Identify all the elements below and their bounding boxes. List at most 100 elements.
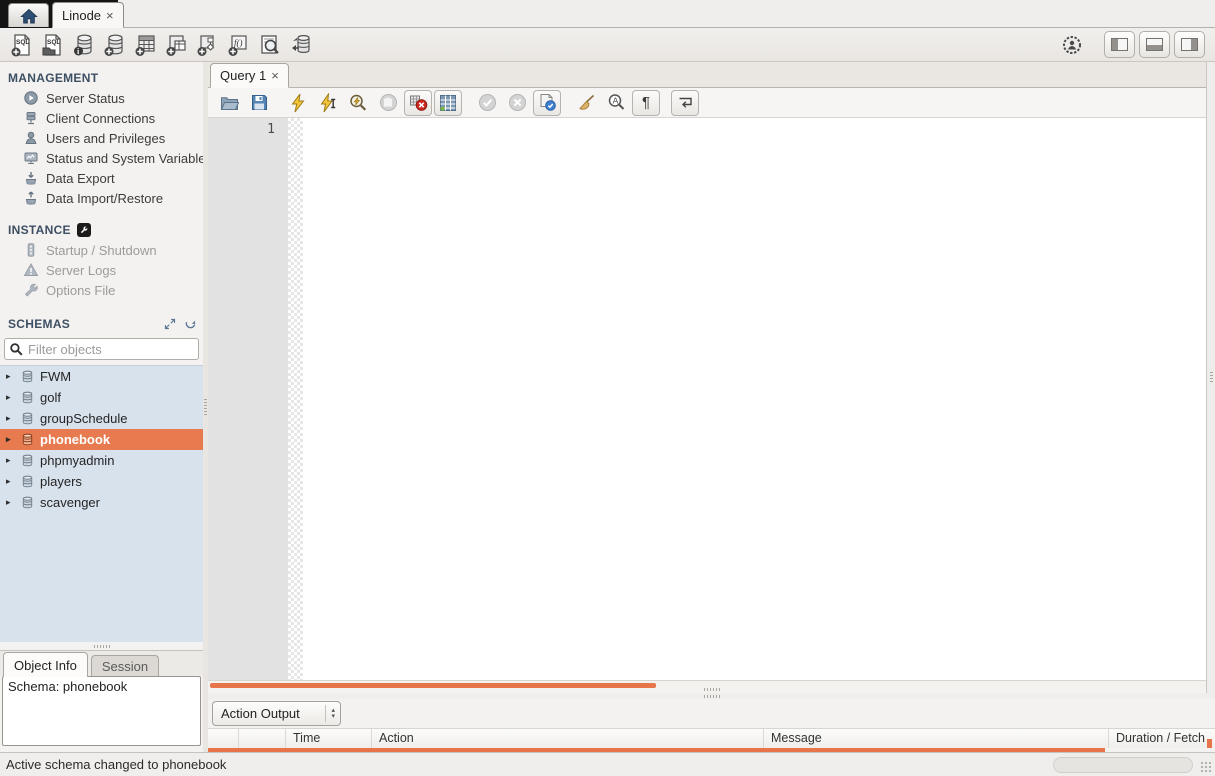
expander-icon[interactable]: ▸ [6, 392, 15, 403]
sidebar-item-status-variables[interactable]: Status and System Variables [0, 148, 203, 168]
sidebar-info-splitter[interactable] [0, 642, 203, 650]
save-script-icon[interactable] [245, 90, 273, 116]
schema-row-phonebook-selected[interactable]: ▸ phonebook [0, 429, 203, 450]
expander-icon[interactable]: ▸ [6, 455, 15, 466]
sidebar-item-client-connections[interactable]: Client Connections [0, 108, 203, 128]
beautify-script-icon[interactable] [572, 90, 600, 116]
output-panel: Action Output ▴ ▾ Time Action Message Du… [208, 699, 1215, 752]
column-index[interactable] [239, 729, 286, 748]
status-variables-icon [23, 150, 39, 166]
toggle-left-sidebar-button[interactable] [1104, 31, 1135, 58]
create-function-icon[interactable]: f() [223, 31, 254, 59]
sidebar-item-options-file[interactable]: Options File [0, 280, 203, 300]
schema-name: golf [40, 390, 61, 405]
expander-icon[interactable]: ▸ [6, 434, 15, 445]
refresh-schemas-icon[interactable] [184, 318, 197, 331]
stop-execution-icon[interactable] [374, 90, 402, 116]
sidebar-item-label: Options File [46, 283, 115, 298]
open-script-icon[interactable] [215, 90, 243, 116]
column-time[interactable]: Time [286, 729, 372, 748]
sidebar-item-server-logs[interactable]: Server Logs [0, 260, 203, 280]
create-schema-icon[interactable] [99, 31, 130, 59]
sidebar-item-label: Data Export [46, 171, 115, 186]
find-and-replace-icon[interactable]: A [602, 90, 630, 116]
options-file-icon [23, 282, 39, 298]
sidebar-item-data-import[interactable]: Data Import/Restore [0, 188, 203, 208]
instance-title: INSTANCE [8, 223, 71, 237]
mysql-workbench-window: Linode × SQL SQL i f() [0, 0, 1215, 776]
resize-grip-icon[interactable] [1200, 761, 1213, 774]
create-procedure-icon[interactable] [192, 31, 223, 59]
schema-icon [20, 390, 35, 405]
schema-row-players[interactable]: ▸ players [0, 471, 203, 492]
column-action[interactable]: Action [372, 729, 764, 748]
inspect-database-icon[interactable]: i [68, 31, 99, 59]
show-invisibles-button[interactable]: ¶ [632, 90, 660, 116]
schema-row-groupschedule[interactable]: ▸ groupSchedule [0, 408, 203, 429]
scrollbar-thumb[interactable] [210, 683, 656, 688]
tab-label: Session [102, 659, 148, 674]
sidebar-item-server-status[interactable]: Server Status [0, 88, 203, 108]
editor-margin [288, 118, 303, 680]
tab-query-1[interactable]: Query 1 × [210, 63, 289, 88]
column-message[interactable]: Message [764, 729, 1109, 748]
open-sql-script-icon[interactable]: SQL [37, 31, 68, 59]
bottom-panel-icon [1146, 38, 1163, 51]
editor-horizontal-scrollbar[interactable] [208, 680, 1206, 693]
schema-row-phpmyadmin[interactable]: ▸ phpmyadmin [0, 450, 203, 471]
sql-editor-toolbar: A ¶ [208, 88, 1206, 118]
editor-text-area[interactable] [303, 118, 1206, 680]
output-type-select[interactable]: Action Output ▴ ▾ [212, 701, 341, 726]
svg-text:SQL: SQL [16, 39, 29, 46]
expander-icon[interactable]: ▸ [6, 497, 15, 508]
filter-objects-input[interactable] [28, 342, 194, 357]
toggle-word-wrap-button[interactable] [671, 90, 699, 116]
create-table-icon[interactable] [130, 31, 161, 59]
tab-home[interactable] [8, 3, 49, 27]
limit-rows-button[interactable] [434, 90, 462, 116]
svg-text:f(): f() [234, 38, 243, 48]
explain-plan-icon[interactable] [344, 90, 372, 116]
close-icon[interactable]: × [106, 9, 114, 22]
close-icon[interactable]: × [271, 69, 279, 82]
rollback-icon[interactable] [503, 90, 531, 116]
tab-session[interactable]: Session [91, 655, 159, 676]
sidebar-item-startup-shutdown[interactable]: Startup / Shutdown [0, 240, 203, 260]
column-status[interactable] [208, 729, 239, 748]
schema-row-golf[interactable]: ▸ golf [0, 387, 203, 408]
schema-name: players [40, 474, 82, 489]
splitter-grip [704, 688, 720, 691]
schema-row-scavenger[interactable]: ▸ scavenger [0, 492, 203, 513]
toggle-right-sidebar-button[interactable] [1174, 31, 1205, 58]
new-sql-tab-icon[interactable]: SQL [6, 31, 37, 59]
schema-icon [20, 453, 35, 468]
sidebar-item-users-privileges[interactable]: Users and Privileges [0, 128, 203, 148]
reconnect-dbms-icon[interactable] [285, 31, 316, 59]
line-number: 1 [267, 122, 275, 137]
tab-connection-linode[interactable]: Linode × [52, 2, 124, 28]
output-table-header: Time Action Message Duration / Fetch [208, 728, 1215, 748]
toggle-output-area-button[interactable] [1139, 31, 1170, 58]
schema-row-fwm[interactable]: ▸ FWM [0, 366, 203, 387]
expander-icon[interactable]: ▸ [6, 413, 15, 424]
create-view-icon[interactable] [161, 31, 192, 59]
query-tabstrip: Query 1 × [208, 62, 1206, 88]
toggle-stop-on-error-button[interactable] [404, 90, 432, 116]
schema-name: phonebook [40, 432, 110, 447]
execute-script-icon[interactable] [284, 90, 312, 116]
expander-icon[interactable]: ▸ [6, 371, 15, 382]
execute-current-statement-icon[interactable] [314, 90, 342, 116]
column-duration-fetch[interactable]: Duration / Fetch [1109, 729, 1215, 748]
home-icon [20, 8, 38, 24]
sql-editor[interactable]: 1 [208, 118, 1206, 680]
toggle-autocommit-button[interactable] [533, 90, 561, 116]
right-panel-collapsed-splitter[interactable] [1206, 62, 1215, 693]
commit-icon[interactable] [473, 90, 501, 116]
expander-icon[interactable]: ▸ [6, 476, 15, 487]
expand-schemas-icon[interactable] [164, 318, 176, 330]
output-vertical-scrollbar-thumb[interactable] [1207, 739, 1212, 748]
tab-object-info[interactable]: Object Info [3, 652, 88, 677]
preferences-icon[interactable] [1058, 31, 1086, 59]
sidebar-item-data-export[interactable]: Data Export [0, 168, 203, 188]
search-data-icon[interactable] [254, 31, 285, 59]
